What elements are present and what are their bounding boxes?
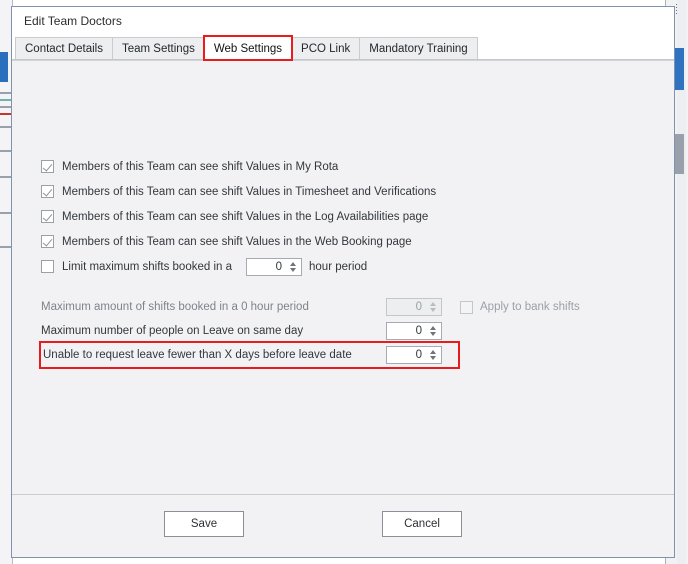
dialog-title: Edit Team Doctors	[24, 14, 122, 28]
chevron-up-icon	[430, 302, 436, 306]
tab-web-settings[interactable]: Web Settings	[202, 35, 294, 61]
chevron-up-icon[interactable]	[430, 350, 436, 354]
background-nav-selected-indicator	[0, 52, 8, 82]
chevron-down-icon[interactable]	[430, 332, 436, 336]
spinner-buttons[interactable]	[427, 347, 441, 363]
background-row-line	[0, 92, 11, 94]
spinner-buttons[interactable]	[287, 259, 301, 275]
checkbox-row-apply-to-bank-shifts: Apply to bank shifts	[460, 300, 580, 314]
checkbox-row-my-rota[interactable]: Members of this Team can see shift Value…	[41, 154, 436, 179]
chevron-up-icon[interactable]	[290, 261, 297, 266]
checkbox-label-log-availabilities: Members of this Team can see shift Value…	[62, 210, 429, 223]
label-maximum-people-on-leave: Maximum number of people on Leave on sam…	[41, 325, 304, 337]
chevron-up-icon[interactable]	[430, 326, 436, 330]
numeric-settings-group: Maximum amount of shifts booked in a 0 h…	[39, 295, 601, 369]
checkbox-web-booking[interactable]	[41, 235, 54, 248]
checkbox-apply-to-bank-shifts	[460, 300, 473, 314]
background-row-line	[0, 150, 11, 152]
tab-contact-details[interactable]: Contact Details	[15, 37, 113, 60]
row-maximum-amount-of-shifts: Maximum amount of shifts booked in a 0 h…	[41, 295, 601, 319]
background-row-line	[0, 99, 11, 101]
label-maximum-amount-of-shifts: Maximum amount of shifts booked in a 0 h…	[41, 301, 309, 313]
checkbox-timesheet-verifications[interactable]	[41, 185, 54, 198]
tab-pco-link[interactable]: PCO Link	[291, 37, 361, 60]
checkbox-label-web-booking: Members of this Team can see shift Value…	[62, 235, 412, 248]
dialog-footer: Save Cancel	[12, 494, 674, 557]
checkbox-label-limit-maximum-shifts: Limit maximum shifts booked in a	[62, 260, 233, 273]
chevron-down-icon[interactable]	[430, 356, 436, 360]
spinner-buttons[interactable]	[427, 323, 441, 339]
chevron-down-icon	[430, 308, 436, 312]
spinner-value-unable-to-request-leave-days[interactable]: 0	[387, 347, 427, 363]
background-row-line	[0, 246, 11, 248]
background-row-line	[0, 106, 11, 108]
checkbox-my-rota[interactable]	[41, 160, 54, 173]
save-button[interactable]: Save	[164, 511, 244, 537]
checkbox-row-timesheet[interactable]: Members of this Team can see shift Value…	[41, 179, 436, 204]
checkbox-row-limit-maximum-shifts[interactable]: Limit maximum shifts booked in a 0 hour …	[41, 254, 436, 279]
spinner-maximum-people-on-leave[interactable]: 0	[386, 322, 442, 340]
edit-team-dialog: Edit Team Doctors Contact Details Team S…	[11, 6, 675, 558]
tab-mandatory-training[interactable]: Mandatory Training	[359, 37, 478, 60]
spinner-value-maximum-amount-of-shifts: 0	[415, 301, 422, 313]
dialog-title-bar: Edit Team Doctors	[12, 7, 674, 35]
background-scrollbar-thumb[interactable]	[675, 48, 684, 90]
background-row-line	[0, 113, 11, 115]
checkbox-label-timesheet: Members of this Team can see shift Value…	[62, 185, 437, 198]
cancel-button[interactable]: Cancel	[382, 511, 462, 537]
web-settings-panel: Members of this Team can see shift Value…	[12, 60, 674, 494]
background-scrollbar-thumb-secondary[interactable]	[675, 134, 684, 174]
background-row-line	[0, 126, 11, 128]
checkbox-log-availabilities[interactable]	[41, 210, 54, 223]
spinner-value-maximum-people-on-leave[interactable]: 0	[387, 323, 427, 339]
spinner-unable-to-request-leave-days[interactable]: 0	[386, 346, 442, 364]
chevron-down-icon[interactable]	[290, 267, 297, 272]
label-unable-to-request-leave: Unable to request leave fewer than X day…	[43, 349, 352, 361]
background-row-line	[0, 212, 11, 214]
spinner-buttons	[427, 299, 441, 315]
checkbox-label-my-rota: Members of this Team can see shift Value…	[62, 160, 339, 173]
background-scrollbar-track[interactable]	[675, 0, 686, 564]
row-maximum-people-on-leave: Maximum number of people on Leave on sam…	[41, 319, 601, 343]
spinner-value-limit-hour-period[interactable]: 0	[247, 259, 287, 275]
spinner-limit-hour-period[interactable]: 0	[246, 257, 303, 276]
checkbox-label-apply-to-bank-shifts: Apply to bank shifts	[480, 301, 580, 313]
checkbox-row-log-availabilities[interactable]: Members of this Team can see shift Value…	[41, 204, 436, 229]
checkbox-row-web-booking[interactable]: Members of this Team can see shift Value…	[41, 229, 436, 254]
background-row-line	[0, 176, 11, 178]
row-unable-to-request-leave: Unable to request leave fewer than X day…	[39, 341, 460, 369]
spinner-maximum-amount-of-shifts: 0	[386, 298, 442, 316]
label-hour-period: hour period	[309, 260, 368, 273]
checkbox-group: Members of this Team can see shift Value…	[41, 154, 436, 279]
tab-bar: Contact Details Team Settings Web Settin…	[12, 35, 674, 61]
tab-team-settings[interactable]: Team Settings	[111, 37, 205, 60]
checkbox-limit-maximum-shifts[interactable]	[41, 260, 54, 273]
